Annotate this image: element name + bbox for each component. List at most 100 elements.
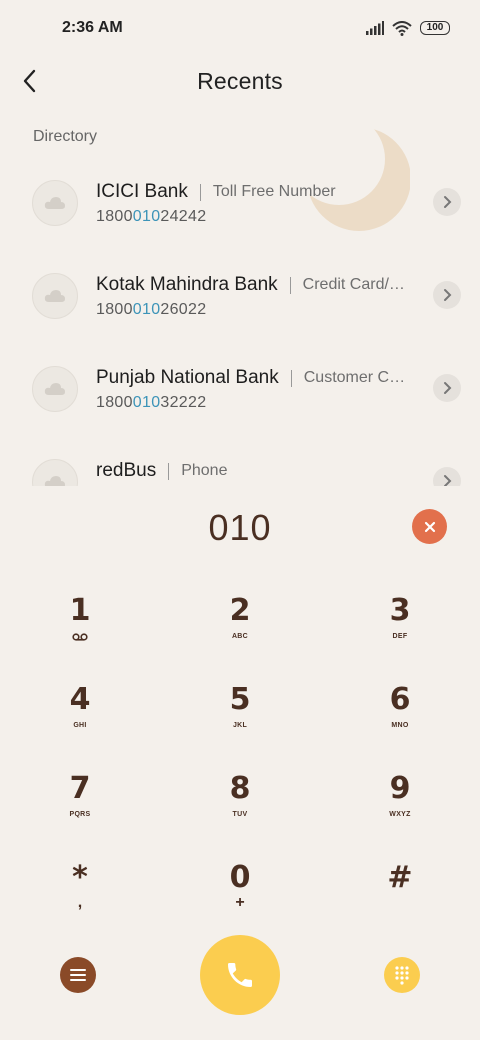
key-3[interactable]: 3 DEF xyxy=(320,585,480,674)
key-star[interactable]: * , xyxy=(0,852,160,941)
contact-number: 180001032222 xyxy=(96,394,206,412)
voicemail-icon xyxy=(72,633,88,641)
divider xyxy=(168,462,170,480)
list-item[interactable]: Punjab National Bank Customer C… 1800010… xyxy=(0,336,480,429)
status-icons: 100 xyxy=(366,20,450,36)
key-digit: # xyxy=(387,860,413,895)
status-time: 2:36 AM xyxy=(62,19,123,36)
number-prefix: 1800 xyxy=(96,208,133,225)
cloud-icon xyxy=(44,476,65,486)
keypad: 1 2 ABC 3 DEF 4 GHI 5 JKL 6 MNO 7 PQRS 8… xyxy=(0,585,480,941)
dialed-number-display: 010 xyxy=(0,500,480,556)
number-prefix: 1800 xyxy=(96,301,133,318)
phone-icon xyxy=(228,963,252,987)
key-plus: + xyxy=(235,894,245,911)
contact-description: Phone xyxy=(181,462,228,479)
contact-number: 180001026022 xyxy=(96,301,206,319)
key-hash[interactable]: # xyxy=(320,852,480,941)
chevron-right-icon xyxy=(444,475,452,486)
key-pause: , xyxy=(77,894,83,911)
key-letters: ABC xyxy=(231,633,249,640)
key-letters: TUV xyxy=(232,811,248,818)
status-bar: 2:36 AM 100 xyxy=(0,0,480,56)
key-6[interactable]: 6 MNO xyxy=(320,674,480,763)
details-button[interactable] xyxy=(433,281,461,309)
back-button[interactable] xyxy=(14,65,46,97)
details-button[interactable] xyxy=(433,467,461,486)
cloud-icon xyxy=(44,290,65,302)
divider xyxy=(289,276,291,294)
key-digit: 1 xyxy=(69,593,91,628)
number-suffix: 26022 xyxy=(160,301,207,318)
key-digit: 9 xyxy=(389,771,411,806)
list-item[interactable]: ICICI Bank Toll Free Number 180001024242 xyxy=(0,150,480,243)
directory-label: Directory xyxy=(33,128,98,145)
page-title: Recents xyxy=(197,67,283,94)
number-match: 010 xyxy=(132,208,161,225)
menu-icon xyxy=(70,969,86,981)
row-title: Punjab National Bank Customer C… xyxy=(96,367,418,389)
contact-description: Customer C… xyxy=(303,369,406,386)
key-digit: 7 xyxy=(69,771,91,806)
key-digit: 0 xyxy=(229,860,251,895)
battery-icon: 100 xyxy=(420,21,450,35)
key-2[interactable]: 2 ABC xyxy=(160,585,320,674)
key-5[interactable]: 5 JKL xyxy=(160,674,320,763)
contact-number: 180001024242 xyxy=(96,208,206,226)
key-8[interactable]: 8 TUV xyxy=(160,763,320,852)
number-match: 010 xyxy=(132,301,161,318)
key-letters: GHI xyxy=(73,722,87,729)
header: Recents xyxy=(0,56,480,106)
key-digit: 2 xyxy=(229,593,251,628)
row-title: redBus Phone xyxy=(96,460,418,482)
key-digit: 3 xyxy=(389,593,411,628)
details-button[interactable] xyxy=(433,374,461,402)
directory-list: ICICI Bank Toll Free Number 180001024242… xyxy=(0,150,480,486)
dialpad-toggle-button[interactable] xyxy=(384,957,420,993)
key-digit: 4 xyxy=(69,682,91,717)
cloud-icon xyxy=(44,383,65,395)
number-match: 010 xyxy=(132,394,161,411)
number-prefix: 1800 xyxy=(96,394,133,411)
clear-button[interactable] xyxy=(412,509,447,544)
chevron-right-icon xyxy=(444,196,452,208)
contact-name: Punjab National Bank xyxy=(96,367,279,388)
contact-name: ICICI Bank xyxy=(96,181,188,202)
bottom-action-bar xyxy=(0,935,480,1015)
row-title: Kotak Mahindra Bank Credit Card/… xyxy=(96,274,418,296)
battery-level: 100 xyxy=(426,22,444,33)
close-icon xyxy=(424,521,435,532)
menu-button[interactable] xyxy=(60,957,96,993)
contact-description: Credit Card/… xyxy=(302,276,405,293)
key-letters: WXYZ xyxy=(389,811,411,818)
number-suffix: 24242 xyxy=(160,208,207,225)
key-0[interactable]: 0 + xyxy=(160,852,320,941)
row-title: ICICI Bank Toll Free Number xyxy=(96,181,418,203)
cloud-icon xyxy=(44,197,65,209)
wifi-icon xyxy=(392,20,412,36)
chevron-right-icon xyxy=(444,289,452,301)
dialed-number: 010 xyxy=(208,507,272,548)
list-item[interactable]: Kotak Mahindra Bank Credit Card/… 180001… xyxy=(0,243,480,336)
contact-description: Toll Free Number xyxy=(212,183,336,200)
details-button[interactable] xyxy=(433,188,461,216)
dialpad-icon xyxy=(395,966,409,985)
key-digit: 8 xyxy=(229,771,251,806)
key-7[interactable]: 7 PQRS xyxy=(0,763,160,852)
back-arrow-icon xyxy=(23,69,36,93)
divider xyxy=(199,183,201,201)
key-letters: JKL xyxy=(232,722,248,729)
avatar xyxy=(32,366,78,412)
list-item[interactable]: redBus Phone xyxy=(0,429,480,486)
key-digit: 6 xyxy=(389,682,411,717)
key-9[interactable]: 9 WXYZ xyxy=(320,763,480,852)
signal-icon xyxy=(366,21,384,35)
key-digit: * xyxy=(72,860,88,895)
avatar xyxy=(32,273,78,319)
avatar xyxy=(32,459,78,486)
key-1[interactable]: 1 xyxy=(0,585,160,674)
call-button[interactable] xyxy=(200,935,280,1015)
contact-name: Kotak Mahindra Bank xyxy=(96,274,278,295)
contact-name: redBus xyxy=(96,460,157,481)
key-4[interactable]: 4 GHI xyxy=(0,674,160,763)
